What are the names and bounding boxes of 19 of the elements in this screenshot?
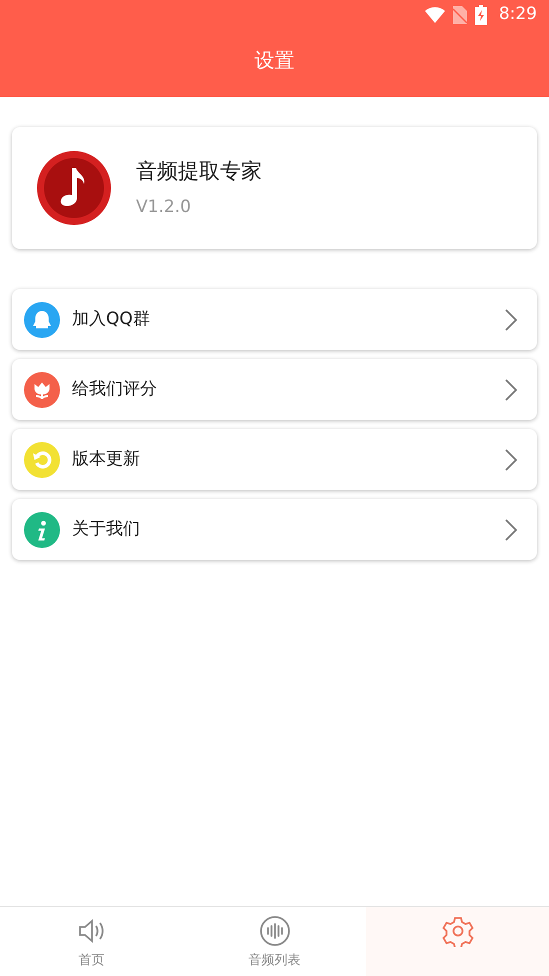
battery-charging-icon <box>474 5 487 25</box>
wifi-icon <box>424 7 445 23</box>
menu-item[interactable]: 给我们评分 <box>12 359 537 420</box>
chevron-right-icon <box>505 448 517 470</box>
app-logo-icon <box>36 150 112 226</box>
chevron-right-icon <box>505 378 517 400</box>
nav-tab[interactable] <box>366 907 549 976</box>
no-sim-icon <box>452 6 467 24</box>
sound-wave-icon <box>258 915 290 947</box>
app-name: 音频提取专家 <box>136 158 262 184</box>
menu-item[interactable]: 关于我们 <box>12 499 537 560</box>
page-title: 设置 <box>254 46 294 74</box>
menu-item[interactable]: 版本更新 <box>12 429 537 490</box>
menu-item[interactable]: 加入QQ群 <box>12 289 537 350</box>
chevron-right-icon <box>505 308 517 330</box>
status-time: 8:29 <box>498 3 537 26</box>
chevron-right-icon <box>505 518 517 540</box>
app-version: V1.2.0 <box>136 196 192 219</box>
settings-icon <box>442 915 474 947</box>
